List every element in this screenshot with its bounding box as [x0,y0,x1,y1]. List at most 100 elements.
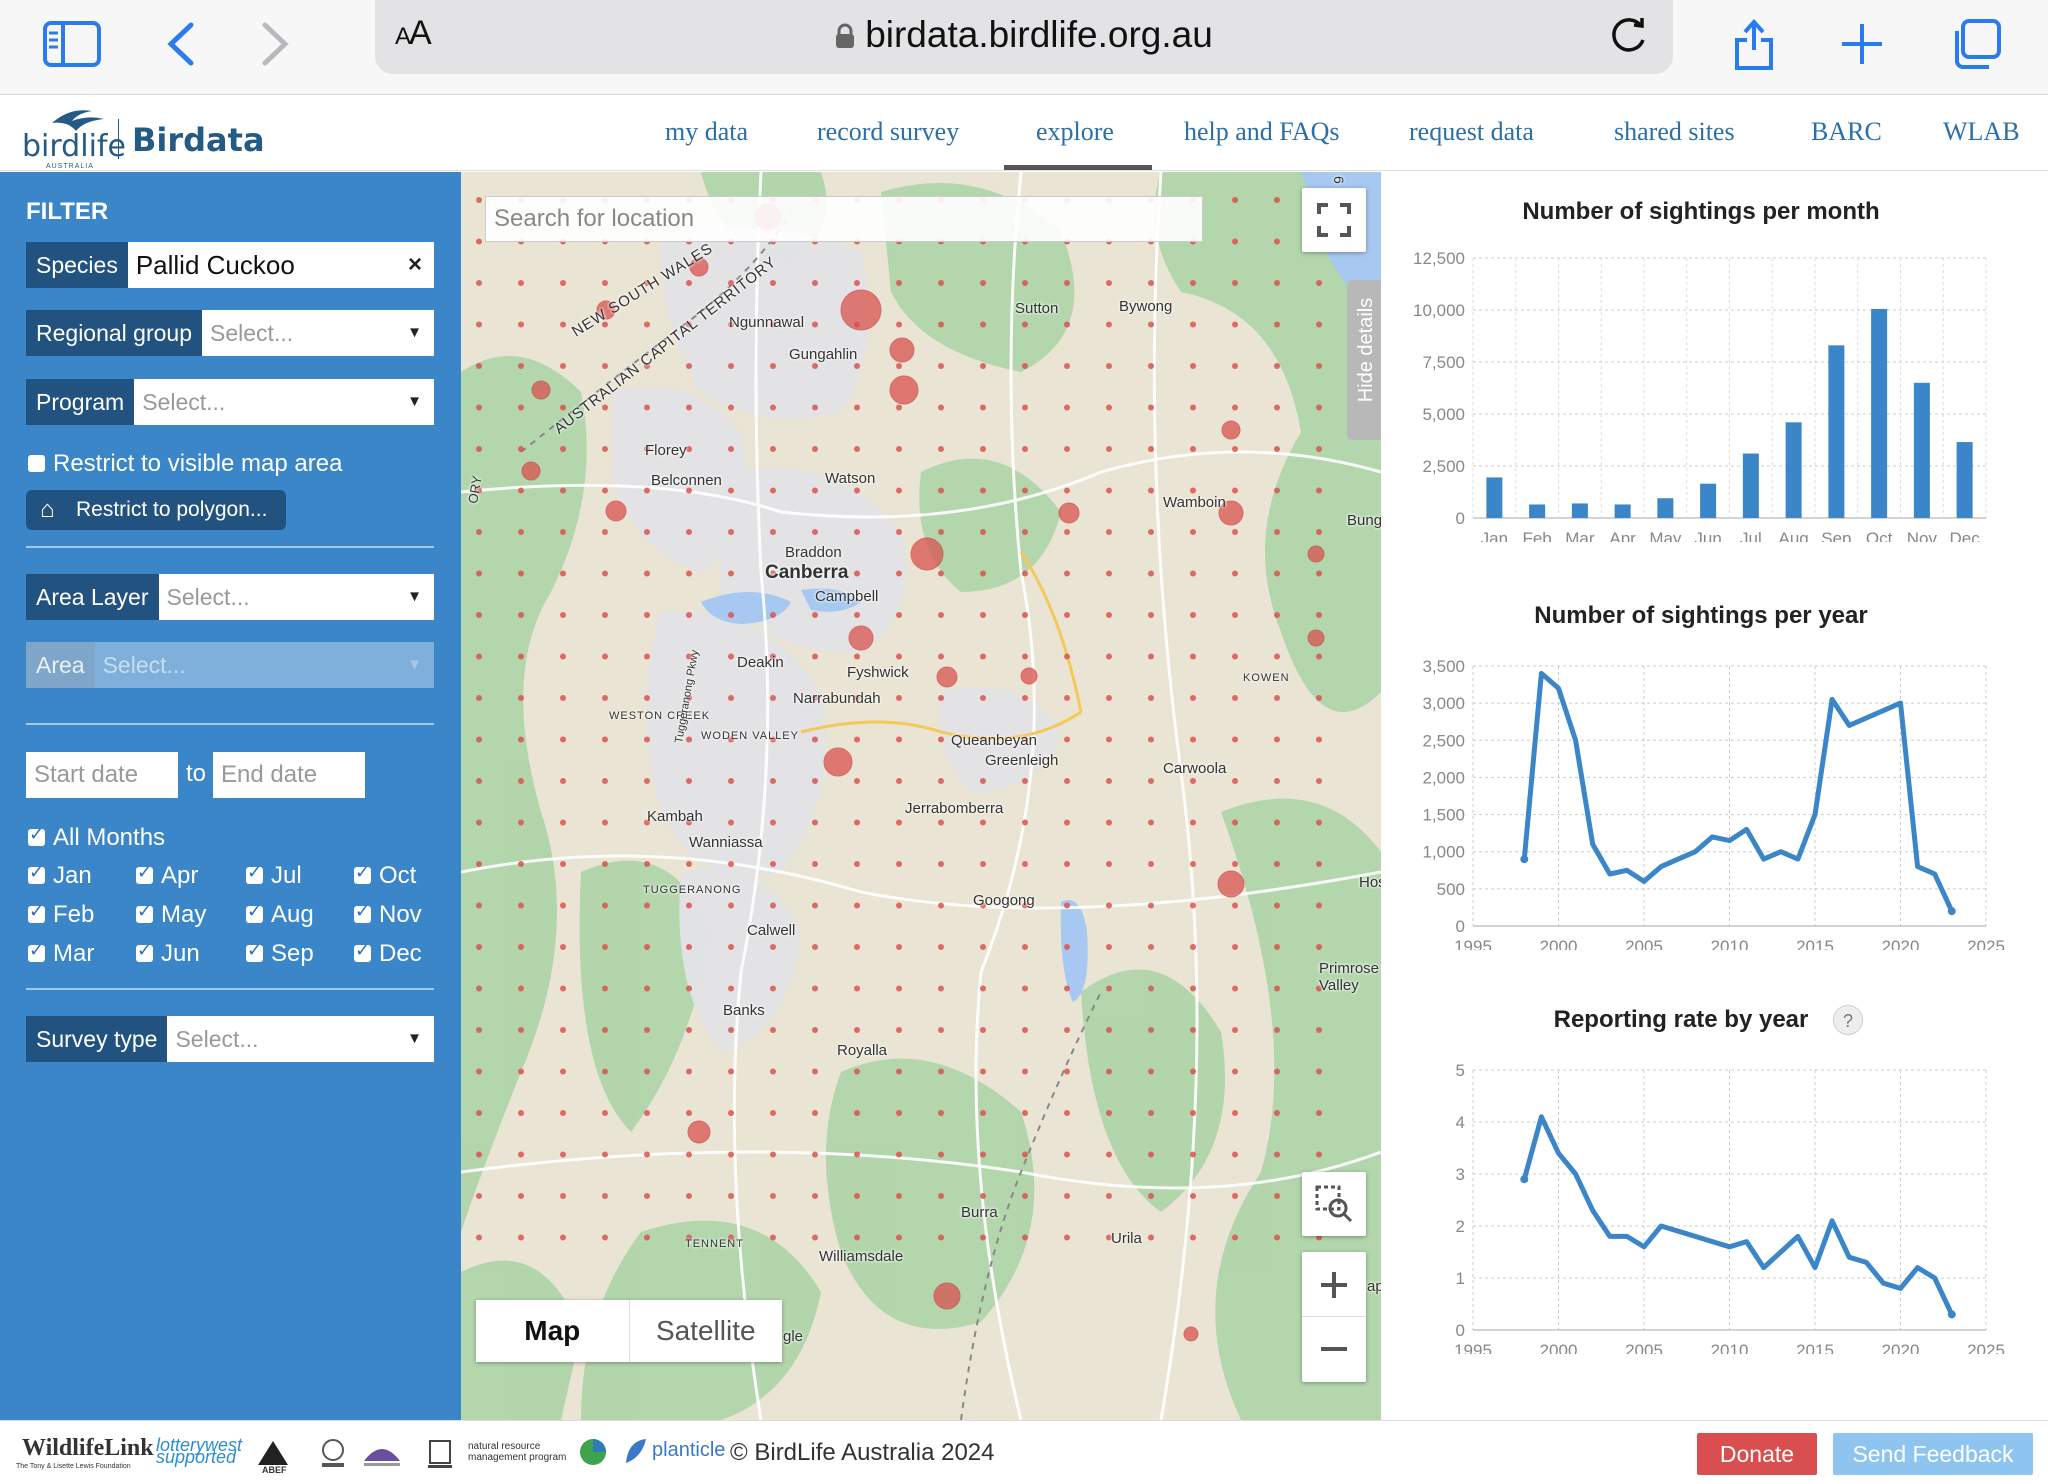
sighting-dot[interactable] [644,861,650,867]
tabs-icon[interactable] [1944,12,2008,76]
sighting-dot[interactable] [1148,1110,1154,1116]
sighting-dot[interactable] [518,487,524,494]
sighting-dot[interactable] [1316,404,1322,411]
sighting-dot[interactable] [602,1193,608,1199]
nav-help-faqs[interactable]: help and FAQs [1184,117,1340,147]
sighting-dot[interactable] [1064,446,1070,452]
sighting-dot[interactable] [1316,736,1322,743]
nav-request-data[interactable]: request data [1409,117,1534,147]
sighting-dot[interactable] [644,404,650,411]
month-sep-checkbox[interactable]: Sep [246,940,314,968]
sighting-dot[interactable] [1190,695,1196,701]
sighting-dot[interactable] [854,944,860,950]
sighting-dot[interactable] [602,1110,608,1116]
sighting-dot[interactable] [728,570,734,577]
sighting-dot[interactable] [896,321,902,328]
sighting-dot[interactable] [938,736,944,743]
sighting-dot[interactable] [686,612,692,618]
sighting-dot[interactable] [1190,570,1196,577]
sighting-dot[interactable] [980,653,986,660]
sighting-dot[interactable] [644,1068,650,1075]
sighting-dot[interactable] [518,363,524,369]
sighting-dot[interactable] [896,653,902,660]
sighting-dot[interactable] [686,1068,692,1075]
sighting-dot[interactable] [1316,653,1322,660]
sighting-dot[interactable] [686,985,692,992]
month-mar-checkbox[interactable]: Mar [28,940,94,968]
map-canvas[interactable] [461,172,1381,1420]
sighting-dot[interactable] [518,1193,524,1199]
nav-my-data[interactable]: my data [665,117,748,147]
sighting-dot[interactable] [812,653,818,660]
sighting-dot[interactable] [1232,944,1238,950]
zoom-out-button[interactable] [1302,1317,1366,1381]
sighting-dot[interactable] [980,1027,986,1033]
sighting-dot[interactable] [980,529,986,535]
sighting-dot[interactable] [1190,1193,1196,1199]
sighting-dot[interactable] [1064,321,1070,328]
sighting-dot[interactable] [476,736,482,743]
sighting-dot[interactable] [770,446,776,452]
sighting-dot[interactable] [812,1027,818,1033]
sighting-dot[interactable] [728,1193,734,1199]
sighting-dot[interactable] [1274,487,1280,494]
sighting-dot[interactable] [602,487,608,494]
sighting-dot[interactable] [812,280,818,286]
sighting-dot[interactable] [1148,1068,1154,1075]
sighting-dot[interactable] [1022,1027,1028,1033]
sighting-cluster[interactable] [840,289,882,331]
sighting-dot[interactable] [1316,612,1322,618]
month-may-checkbox[interactable]: May [136,901,206,929]
sighting-dot[interactable] [812,985,818,992]
sighting-dot[interactable] [518,1110,524,1116]
sighting-dot[interactable] [1190,902,1196,909]
sighting-dot[interactable] [1148,985,1154,992]
sighting-dot[interactable] [938,1151,944,1158]
sponsor-planticle-logo-icon[interactable] [622,1437,648,1468]
sighting-dot[interactable] [1316,446,1322,452]
sighting-dot[interactable] [812,819,818,826]
sighting-dot[interactable] [1106,321,1112,328]
sighting-dot[interactable] [854,985,860,992]
back-icon[interactable] [148,12,212,76]
sighting-dot[interactable] [1232,1027,1238,1033]
sighting-dot[interactable] [476,570,482,577]
sighting-dot[interactable] [1064,570,1070,577]
sighting-dot[interactable] [1106,404,1112,411]
sighting-dot[interactable] [938,653,944,660]
sighting-dot[interactable] [1232,487,1238,494]
sighting-cluster[interactable] [1217,870,1245,898]
sighting-dot[interactable] [770,695,776,701]
sighting-dot[interactable] [476,819,482,826]
sighting-dot[interactable] [1064,1234,1070,1241]
sighting-dot[interactable] [896,280,902,286]
sighting-dot[interactable] [1232,1151,1238,1158]
sighting-dot[interactable] [1106,1068,1112,1075]
sighting-dot[interactable] [938,1068,944,1075]
sighting-dot[interactable] [770,1068,776,1075]
sighting-dot[interactable] [1274,321,1280,328]
sighting-dot[interactable] [1274,1110,1280,1116]
sighting-dot[interactable] [1148,1027,1154,1033]
sighting-dot[interactable] [1316,487,1322,494]
sighting-dot[interactable] [1232,1234,1238,1241]
sighting-dot[interactable] [686,570,692,577]
sighting-dot[interactable] [602,1234,608,1241]
sighting-dot[interactable] [1190,985,1196,992]
sighting-dot[interactable] [812,529,818,535]
sighting-dot[interactable] [602,861,608,867]
sighting-dot[interactable] [1274,280,1280,286]
area-select-button[interactable] [1302,1172,1366,1236]
sighting-dot[interactable] [1064,653,1070,660]
sighting-dot[interactable] [1190,404,1196,411]
sighting-dot[interactable] [686,1151,692,1158]
nav-record-survey[interactable]: record survey [817,117,959,147]
sighting-cluster[interactable] [1020,667,1038,685]
sighting-dot[interactable] [1316,695,1322,701]
sighting-cluster[interactable] [910,537,944,571]
sighting-dot[interactable] [1316,1027,1322,1033]
sighting-dot[interactable] [1232,570,1238,577]
checkbox-icon[interactable] [28,824,45,846]
sighting-dot[interactable] [1190,861,1196,867]
sighting-dot[interactable] [812,1234,818,1241]
